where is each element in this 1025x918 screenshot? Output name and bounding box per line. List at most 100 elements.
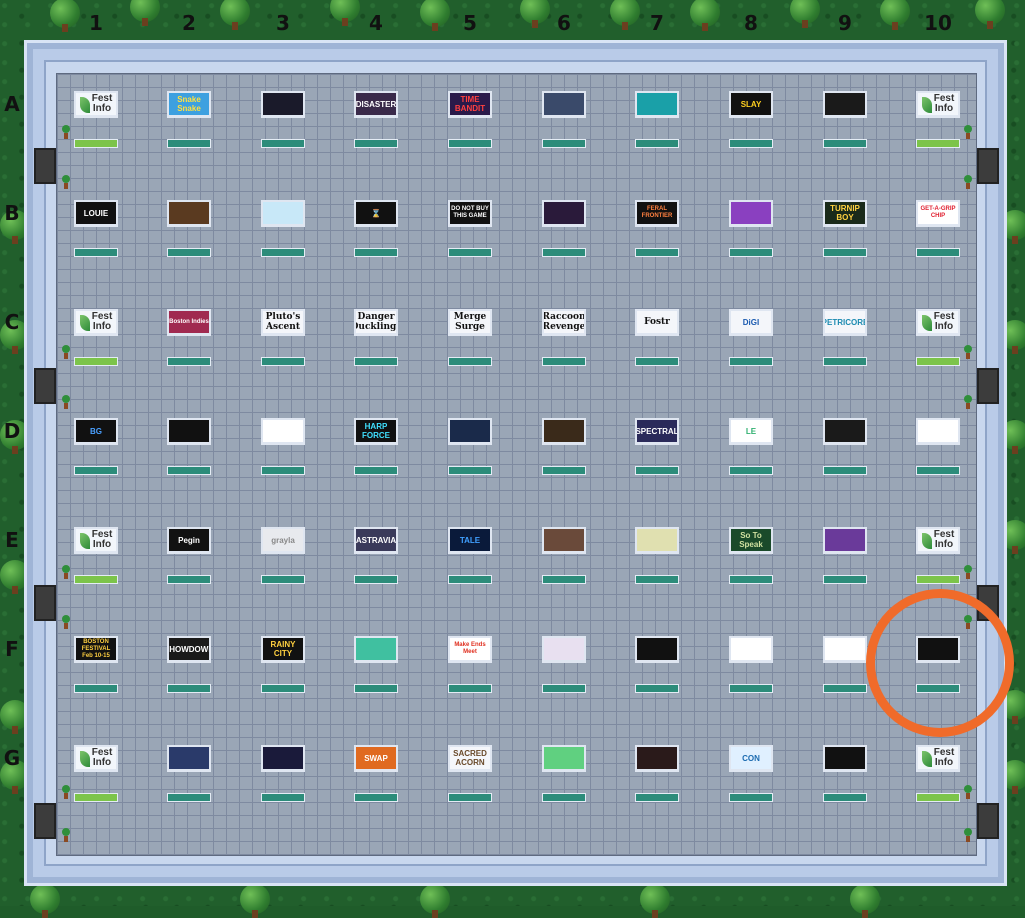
- booth-A4[interactable]: DISASTER: [354, 91, 398, 118]
- door: [34, 368, 56, 404]
- booth-G8[interactable]: CON: [729, 745, 773, 772]
- booth-F5[interactable]: Make Ends Meet: [448, 636, 492, 663]
- row-label-F: F: [5, 637, 19, 661]
- booth-G3[interactable]: [261, 745, 305, 772]
- booth-B4[interactable]: ⌛: [354, 200, 398, 227]
- booth-mat: [823, 793, 867, 802]
- booth-C6[interactable]: Raccoon Revenge: [542, 309, 586, 336]
- leaf-icon: [80, 751, 90, 767]
- booth-D9[interactable]: [823, 418, 867, 445]
- booth-A6[interactable]: [542, 91, 586, 118]
- booth-D5[interactable]: [448, 418, 492, 445]
- booth-F1[interactable]: BOSTON FESTIVAL Feb 10-15: [74, 636, 118, 663]
- booth-A7[interactable]: [635, 91, 679, 118]
- booth-D4[interactable]: HARP FORCE: [354, 418, 398, 445]
- booth-label: Fostr: [644, 317, 670, 327]
- booth-A8[interactable]: SLAY: [729, 91, 773, 118]
- door: [34, 148, 56, 184]
- booth-mat: [635, 248, 679, 257]
- booth-B8[interactable]: [729, 200, 773, 227]
- booth-A9[interactable]: [823, 91, 867, 118]
- booth-B2[interactable]: [167, 200, 211, 227]
- booth-A5[interactable]: TIME BANDIT: [448, 91, 492, 118]
- booth-mat: [167, 684, 211, 693]
- booth-B5[interactable]: DO NOT BUY THIS GAME: [448, 200, 492, 227]
- booth-C4[interactable]: Danger Ducklings: [354, 309, 398, 336]
- booth-E9[interactable]: [823, 527, 867, 554]
- booth-F4[interactable]: [354, 636, 398, 663]
- booth-F7[interactable]: [635, 636, 679, 663]
- booth-C10[interactable]: Fest Info: [916, 309, 960, 336]
- booth-E6[interactable]: [542, 527, 586, 554]
- booth-C9[interactable]: PETRICORE: [823, 309, 867, 336]
- booth-D7[interactable]: SPECTRAL: [635, 418, 679, 445]
- booth-mat: [448, 139, 492, 148]
- booth-G5[interactable]: SACRED ACORN: [448, 745, 492, 772]
- booth-C1[interactable]: Fest Info: [74, 309, 118, 336]
- column-label-6: 6: [557, 11, 571, 35]
- booth-A1[interactable]: Fest Info: [74, 91, 118, 118]
- booth-B1[interactable]: LOUIE: [74, 200, 118, 227]
- booth-label: Fest Info: [91, 311, 113, 332]
- booth-D8[interactable]: LE: [729, 418, 773, 445]
- booth-G1[interactable]: Fest Info: [74, 745, 118, 772]
- booth-A2[interactable]: Snake Snake: [167, 91, 211, 118]
- booth-mat: [916, 357, 960, 366]
- booth-G7[interactable]: [635, 745, 679, 772]
- booth-mat: [916, 139, 960, 148]
- booth-C3[interactable]: Pluto's Ascent: [261, 309, 305, 336]
- booth-C8[interactable]: DiGI: [729, 309, 773, 336]
- booth-E7[interactable]: [635, 527, 679, 554]
- booth-D2[interactable]: [167, 418, 211, 445]
- booth-D1[interactable]: BG: [74, 418, 118, 445]
- booth-D3[interactable]: [261, 418, 305, 445]
- booth-E3[interactable]: grayla: [261, 527, 305, 554]
- booth-mat: [542, 575, 586, 584]
- booth-E10[interactable]: Fest Info: [916, 527, 960, 554]
- booth-label: Fest Info: [91, 93, 113, 114]
- booth-B3[interactable]: [261, 200, 305, 227]
- booth-G10[interactable]: Fest Info: [916, 745, 960, 772]
- booth-mat: [823, 139, 867, 148]
- tree: [640, 884, 670, 918]
- door: [34, 585, 56, 621]
- booth-C7[interactable]: Fostr: [635, 309, 679, 336]
- booth-E8[interactable]: So To Speak: [729, 527, 773, 554]
- booth-G2[interactable]: [167, 745, 211, 772]
- booth-A3[interactable]: [261, 91, 305, 118]
- booth-F2[interactable]: SHOWDOWN: [167, 636, 211, 663]
- booth-E2[interactable]: Pegin: [167, 527, 211, 554]
- booth-mat: [167, 575, 211, 584]
- booth-C5[interactable]: Merge Surge: [448, 309, 492, 336]
- booth-F8[interactable]: [729, 636, 773, 663]
- booth-mat: [167, 793, 211, 802]
- booth-label: Pluto's Ascent: [265, 312, 301, 332]
- booth-D10[interactable]: [916, 418, 960, 445]
- booth-G9[interactable]: [823, 745, 867, 772]
- plant: [964, 565, 972, 579]
- booth-B10[interactable]: GET-A-GRIP CHIP: [916, 200, 960, 227]
- booth-B9[interactable]: TURNIP BOY: [823, 200, 867, 227]
- door: [977, 148, 999, 184]
- booth-F9[interactable]: [823, 636, 867, 663]
- booth-C2[interactable]: Boston Indies: [167, 309, 211, 336]
- plant: [964, 395, 972, 409]
- booth-F6[interactable]: [542, 636, 586, 663]
- booth-G6[interactable]: [542, 745, 586, 772]
- booth-mat: [261, 357, 305, 366]
- booth-mat: [635, 466, 679, 475]
- booth-E4[interactable]: ASTRAVIA: [354, 527, 398, 554]
- booth-B6[interactable]: [542, 200, 586, 227]
- booth-G4[interactable]: SWAP: [354, 745, 398, 772]
- plant: [62, 345, 70, 359]
- booth-mat: [542, 139, 586, 148]
- booth-label: Fest Info: [91, 747, 113, 768]
- booth-D6[interactable]: [542, 418, 586, 445]
- booth-mat: [261, 248, 305, 257]
- booth-logo-text: TALE: [459, 535, 481, 545]
- booth-B7[interactable]: FERAL FRONTIER: [635, 200, 679, 227]
- booth-E1[interactable]: Fest Info: [74, 527, 118, 554]
- booth-F3[interactable]: RAINY CITY: [261, 636, 305, 663]
- booth-E5[interactable]: TALE: [448, 527, 492, 554]
- booth-A10[interactable]: Fest Info: [916, 91, 960, 118]
